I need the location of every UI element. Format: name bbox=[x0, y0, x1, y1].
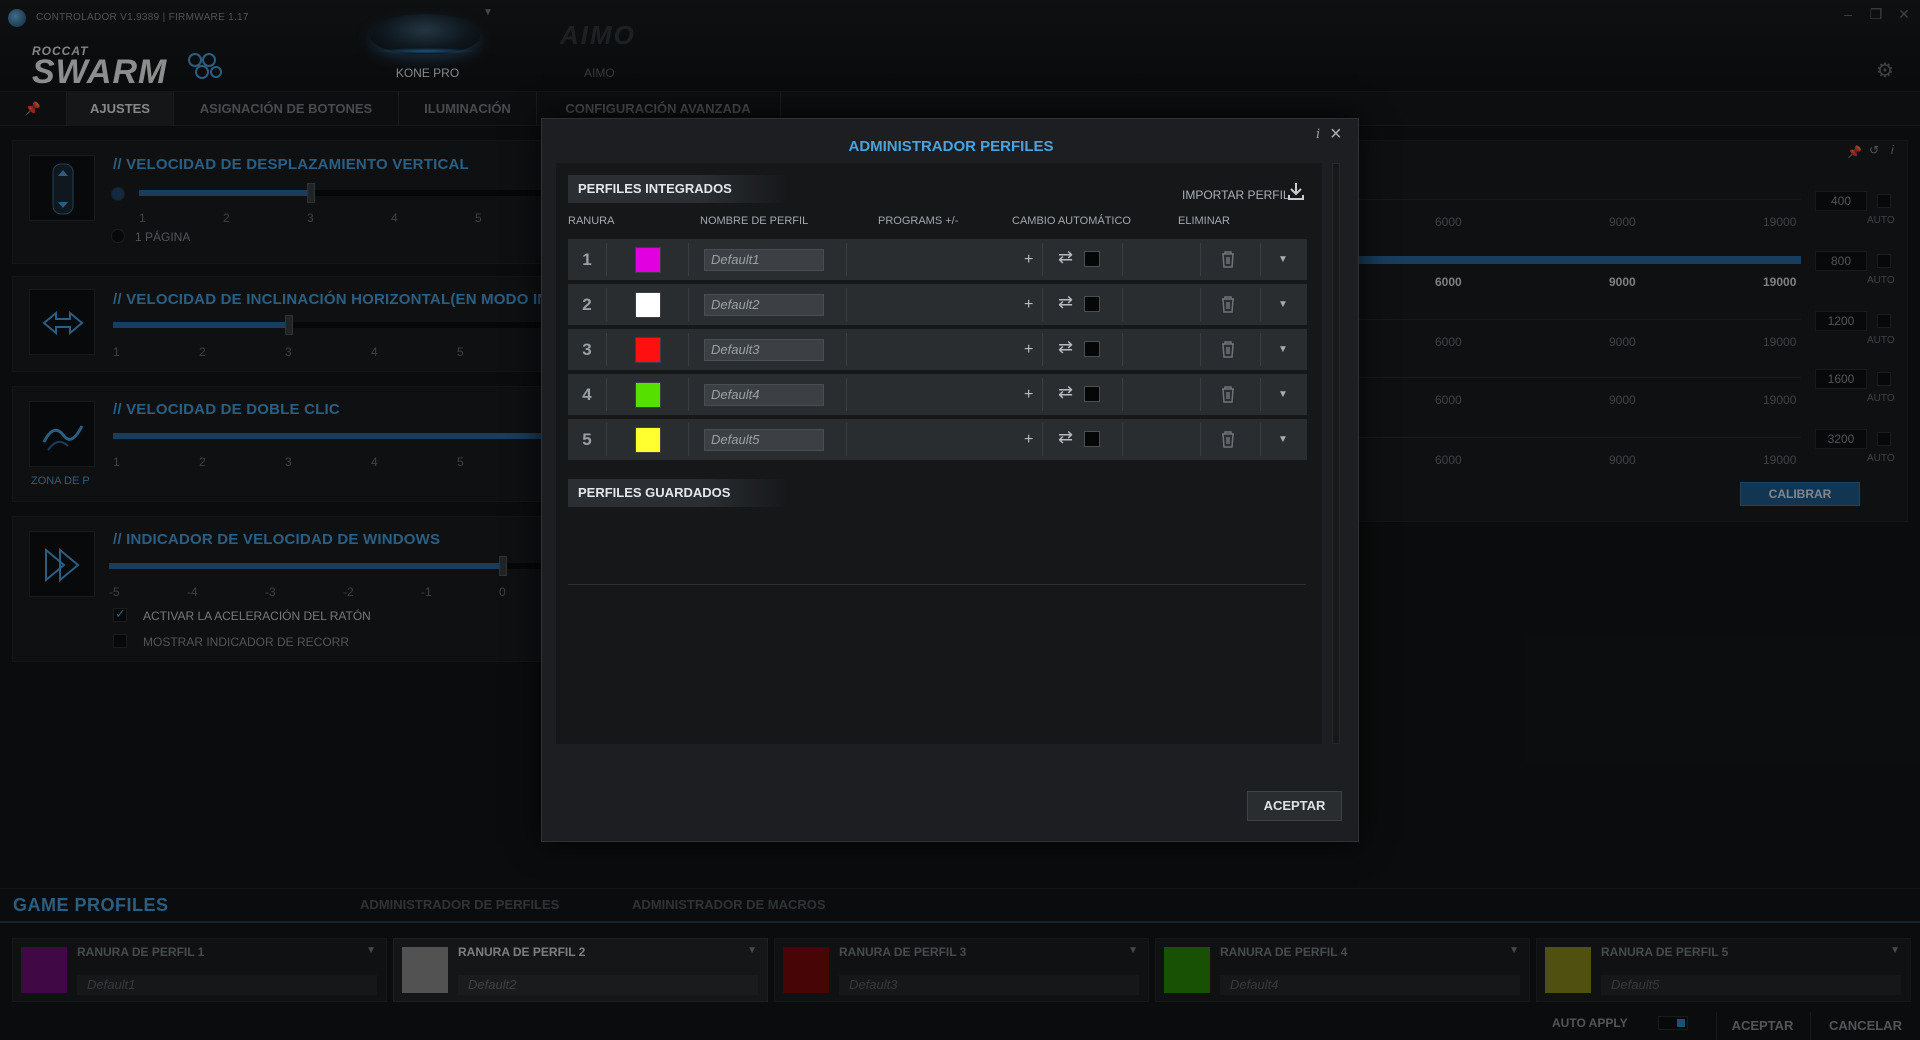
dialog-title: ADMINISTRADOR PERFILES bbox=[848, 138, 1054, 155]
chevron-down-icon[interactable]: ▼ bbox=[1278, 329, 1288, 370]
auto-switch-checkbox[interactable] bbox=[1084, 251, 1100, 267]
trash-icon[interactable] bbox=[1220, 340, 1236, 363]
slot-number: 5 bbox=[582, 430, 592, 449]
profile-row: 3 Default3 + ⇄ ▼ bbox=[568, 329, 1307, 370]
profile-name-input[interactable]: Default4 bbox=[704, 384, 824, 406]
profile-name-input[interactable]: Default3 bbox=[704, 339, 824, 361]
add-program-button[interactable]: + bbox=[1024, 239, 1033, 280]
swap-arrows-icon: ⇄ bbox=[1058, 427, 1074, 447]
slot-number: 1 bbox=[582, 250, 592, 269]
add-program-button[interactable]: + bbox=[1024, 329, 1033, 370]
profile-row: 5 Default5 + ⇄ ▼ bbox=[568, 419, 1307, 460]
slot-number: 3 bbox=[582, 340, 592, 359]
auto-switch-checkbox[interactable] bbox=[1084, 386, 1100, 402]
profile-name-input[interactable]: Default1 bbox=[704, 249, 824, 271]
profile-color-swatch[interactable] bbox=[635, 382, 661, 408]
chevron-down-icon[interactable]: ▼ bbox=[1278, 284, 1288, 325]
chevron-down-icon[interactable]: ▼ bbox=[1278, 239, 1288, 280]
profile-name-input[interactable]: Default5 bbox=[704, 429, 824, 451]
profile-color-swatch[interactable] bbox=[635, 337, 661, 363]
divider bbox=[568, 584, 1306, 585]
info-icon[interactable]: i bbox=[1316, 127, 1320, 142]
integrated-profiles-header: PERFILES INTEGRADOS bbox=[568, 175, 788, 203]
profile-row: 1 Default1 + ⇄ ▼ bbox=[568, 239, 1307, 280]
slot-number: 2 bbox=[582, 295, 592, 314]
trash-icon[interactable] bbox=[1220, 295, 1236, 318]
profile-row: 2 Default2 + ⇄ ▼ bbox=[568, 284, 1307, 325]
profile-color-swatch[interactable] bbox=[635, 292, 661, 318]
profile-color-swatch[interactable] bbox=[635, 427, 661, 453]
column-header-slot: RANURA bbox=[568, 215, 615, 227]
column-header-programs: PROGRAMS +/- bbox=[878, 215, 959, 227]
swap-arrows-icon: ⇄ bbox=[1058, 247, 1074, 267]
add-program-button[interactable]: + bbox=[1024, 284, 1033, 325]
column-header-auto-switch: CAMBIO AUTOMÁTICO bbox=[1012, 215, 1131, 227]
dialog-accept-button[interactable]: ACEPTAR bbox=[1247, 791, 1342, 821]
trash-icon[interactable] bbox=[1220, 430, 1236, 453]
trash-icon[interactable] bbox=[1220, 385, 1236, 408]
close-icon[interactable]: × bbox=[1330, 123, 1342, 146]
auto-switch-checkbox[interactable] bbox=[1084, 296, 1100, 312]
swap-arrows-icon: ⇄ bbox=[1058, 337, 1074, 357]
chevron-down-icon[interactable]: ▼ bbox=[1278, 419, 1288, 460]
profiles-list-area: PERFILES INTEGRADOS IMPORTAR PERFIL RANU… bbox=[556, 163, 1322, 744]
profile-color-swatch[interactable] bbox=[635, 247, 661, 273]
auto-switch-checkbox[interactable] bbox=[1084, 341, 1100, 357]
dialog-scrollbar[interactable] bbox=[1332, 163, 1340, 744]
swap-arrows-icon: ⇄ bbox=[1058, 382, 1074, 402]
trash-icon[interactable] bbox=[1220, 250, 1236, 273]
slot-number: 4 bbox=[582, 385, 592, 404]
download-icon[interactable] bbox=[1286, 181, 1306, 206]
saved-profiles-header: PERFILES GUARDADOS bbox=[568, 479, 788, 507]
add-program-button[interactable]: + bbox=[1024, 374, 1033, 415]
auto-switch-checkbox[interactable] bbox=[1084, 431, 1100, 447]
profile-manager-dialog: ADMINISTRADOR PERFILES i × PERFILES INTE… bbox=[541, 118, 1359, 842]
column-header-name: NOMBRE DE PERFIL bbox=[700, 215, 809, 227]
add-program-button[interactable]: + bbox=[1024, 419, 1033, 460]
swap-arrows-icon: ⇄ bbox=[1058, 292, 1074, 312]
import-profile-label[interactable]: IMPORTAR PERFIL bbox=[1182, 188, 1290, 202]
profile-name-input[interactable]: Default2 bbox=[704, 294, 824, 316]
column-header-delete: ELIMINAR bbox=[1178, 215, 1230, 227]
profile-row: 4 Default4 + ⇄ ▼ bbox=[568, 374, 1307, 415]
chevron-down-icon[interactable]: ▼ bbox=[1278, 374, 1288, 415]
